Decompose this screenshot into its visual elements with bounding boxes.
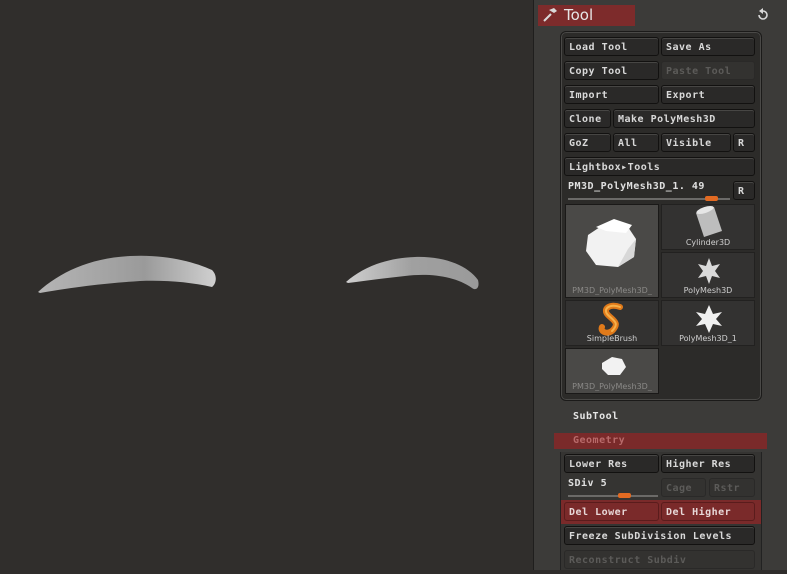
del-higher-button[interactable]: Del Higher bbox=[661, 502, 755, 521]
tool-thumb-label: SimpleBrush bbox=[586, 334, 638, 343]
tool-thumb-label: PM3D_PolyMesh3D_ bbox=[572, 286, 652, 295]
reconstruct-subdiv-button[interactable]: Reconstruct Subdiv bbox=[564, 550, 755, 569]
paste-tool-button[interactable]: Paste Tool bbox=[661, 61, 755, 80]
tool-thumb-label: PolyMesh3D bbox=[683, 286, 733, 295]
simplebrush-icon bbox=[598, 302, 623, 336]
sdiv-label: SDiv 5 bbox=[568, 478, 607, 489]
tool-thumb-pm3d-selected[interactable]: PM3D_PolyMesh3D_ bbox=[565, 204, 659, 298]
hammer-icon bbox=[543, 8, 557, 22]
tool-thumb-label: PolyMesh3D_1 bbox=[679, 334, 737, 343]
subtool-section-header[interactable]: SubTool bbox=[573, 411, 619, 422]
goz-button[interactable]: GoZ bbox=[564, 133, 611, 152]
higher-res-button[interactable]: Higher Res bbox=[661, 454, 755, 473]
import-button[interactable]: Import bbox=[564, 85, 659, 104]
goz-all-button[interactable]: All bbox=[613, 133, 659, 152]
make-polymesh3d-button[interactable]: Make PolyMesh3D bbox=[613, 109, 755, 128]
sdiv-text: SDiv bbox=[568, 478, 595, 489]
sdiv-value: 5 bbox=[600, 478, 608, 489]
tool-thumb-polymesh3d[interactable]: PolyMesh3D bbox=[661, 252, 755, 298]
export-button[interactable]: Export bbox=[661, 85, 755, 104]
star-icon bbox=[696, 305, 722, 333]
tool-palette-header[interactable]: Tool bbox=[538, 5, 776, 26]
clone-button[interactable]: Clone bbox=[564, 109, 611, 128]
reset-icon[interactable] bbox=[756, 8, 770, 22]
current-tool-label: PM3D_PolyMesh3D_1. bbox=[568, 181, 686, 192]
save-as-button[interactable]: Save As bbox=[661, 37, 755, 56]
current-tool-name: PM3D_PolyMesh3D_1. 49 bbox=[568, 181, 705, 192]
tool-thumb-label: Cylinder3D bbox=[685, 238, 731, 247]
tool-thumb-cylinder3d[interactable]: Cylinder3D bbox=[661, 204, 755, 250]
viewport-canvas[interactable] bbox=[0, 0, 533, 570]
tool-thumb-polymesh3d-1[interactable]: PolyMesh3D_1 bbox=[661, 300, 755, 346]
goz-r-button[interactable]: R bbox=[733, 133, 755, 152]
palette-title: Tool bbox=[564, 6, 594, 24]
rstr-button[interactable]: Rstr bbox=[709, 478, 755, 497]
goz-visible-button[interactable]: Visible bbox=[661, 133, 731, 152]
mesh-blob-icon bbox=[602, 357, 626, 375]
del-lower-button[interactable]: Del Lower bbox=[564, 502, 659, 521]
right-eyebrow-mesh bbox=[346, 256, 479, 290]
left-eyebrow-mesh bbox=[38, 255, 216, 293]
lightbox-tools-button[interactable]: Lightbox▸Tools bbox=[564, 157, 755, 176]
sdiv-slider-track[interactable] bbox=[568, 495, 658, 497]
current-tool-r-button[interactable]: R bbox=[733, 181, 755, 200]
current-tool-value: 49 bbox=[691, 181, 705, 192]
tool-thumb-pm3d-2[interactable]: PM3D_PolyMesh3D_ bbox=[565, 348, 659, 394]
cylinder-icon bbox=[696, 206, 722, 237]
cage-button[interactable]: Cage bbox=[661, 478, 706, 497]
copy-tool-button[interactable]: Copy Tool bbox=[564, 61, 659, 80]
star-icon bbox=[698, 258, 720, 284]
load-tool-button[interactable]: Load Tool bbox=[564, 37, 659, 56]
current-tool-slider-knob[interactable] bbox=[704, 196, 718, 201]
lower-res-button[interactable]: Lower Res bbox=[564, 454, 659, 473]
geometry-section-header[interactable]: Geometry bbox=[573, 435, 625, 446]
sdiv-slider-knob[interactable] bbox=[617, 493, 631, 498]
mesh-blob-icon bbox=[586, 219, 636, 267]
freeze-subdivision-levels-button[interactable]: Freeze SubDivision Levels bbox=[564, 526, 755, 545]
tool-thumb-simplebrush[interactable]: SimpleBrush bbox=[565, 300, 659, 346]
eyebrow-meshes bbox=[38, 255, 479, 293]
tool-thumb-label: PM3D_PolyMesh3D_ bbox=[572, 382, 652, 391]
